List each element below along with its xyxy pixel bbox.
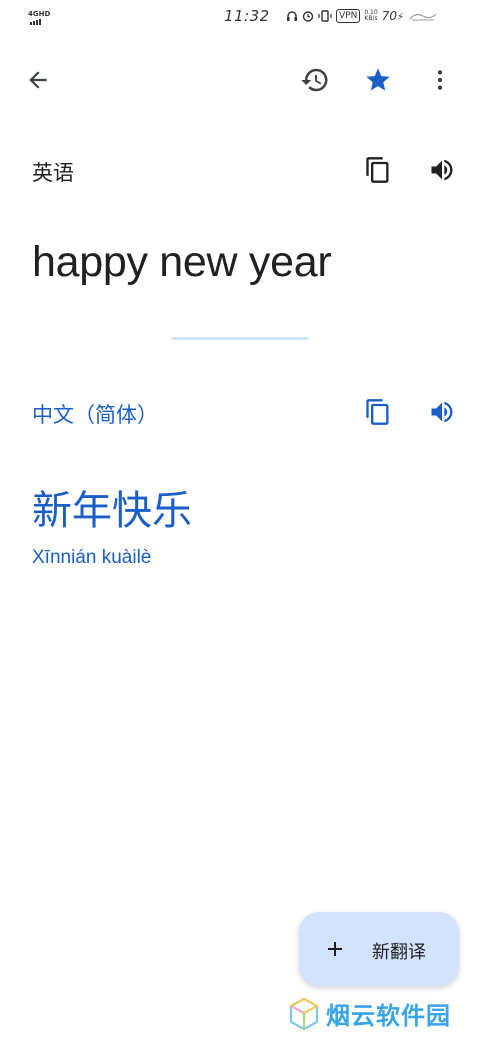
history-button[interactable] xyxy=(295,60,335,100)
signal-icon xyxy=(30,19,41,25)
history-icon xyxy=(301,68,328,92)
arrow-left-icon xyxy=(29,71,47,89)
battery-level: 70⚡ xyxy=(381,9,404,23)
translation-screen: 4GHD 11:32 VPN 0.10 KB/s 70⚡ 英语 happy ne… xyxy=(0,0,480,1040)
more-vert-icon xyxy=(437,70,443,90)
more-options-button[interactable] xyxy=(420,60,460,100)
watermark-text: 烟云软件园 xyxy=(326,1002,451,1030)
speaker-icon xyxy=(431,159,453,181)
new-translation-button[interactable]: 新翻译 xyxy=(299,912,459,986)
watermark: 烟云软件园 xyxy=(288,996,451,1031)
section-divider xyxy=(171,337,309,340)
copy-icon xyxy=(366,157,389,183)
net-speed: 0.10 KB/s xyxy=(364,10,377,22)
translated-text: 新年快乐 xyxy=(32,488,192,534)
battery-icon xyxy=(409,13,437,21)
vpn-badge: VPN xyxy=(336,9,361,23)
status-icons: VPN 0.10 KB/s 70⚡ xyxy=(286,9,438,23)
status-bar: 4GHD 11:32 VPN 0.10 KB/s 70⚡ xyxy=(0,0,480,36)
plus-icon xyxy=(328,942,342,956)
cube-logo-icon xyxy=(288,997,320,1030)
speak-translation-button[interactable] xyxy=(422,392,462,432)
network-type: 4GHD xyxy=(28,10,51,18)
star-icon xyxy=(366,68,390,91)
favorite-button[interactable] xyxy=(358,60,398,100)
new-translation-label: 新翻译 xyxy=(372,942,426,963)
headphones-icon xyxy=(287,11,297,21)
speaker-icon xyxy=(431,401,453,423)
alarm-icon xyxy=(302,11,314,22)
battery-value: 70 xyxy=(381,9,397,23)
vibrate-icon xyxy=(318,10,332,22)
source-language-label: 英语 xyxy=(32,161,74,185)
speak-source-button[interactable] xyxy=(422,150,462,190)
target-language-label: 中文（简体） xyxy=(32,403,158,427)
net-speed-unit: KB/s xyxy=(364,15,378,22)
romanization-text: Xīnnián kuàilè xyxy=(32,547,152,568)
copy-icon xyxy=(366,399,389,425)
copy-source-button[interactable] xyxy=(358,150,398,190)
back-button[interactable] xyxy=(18,60,58,100)
source-text[interactable]: happy new year xyxy=(32,238,332,287)
clock: 11:32 xyxy=(224,7,270,25)
copy-translation-button[interactable] xyxy=(358,392,398,432)
